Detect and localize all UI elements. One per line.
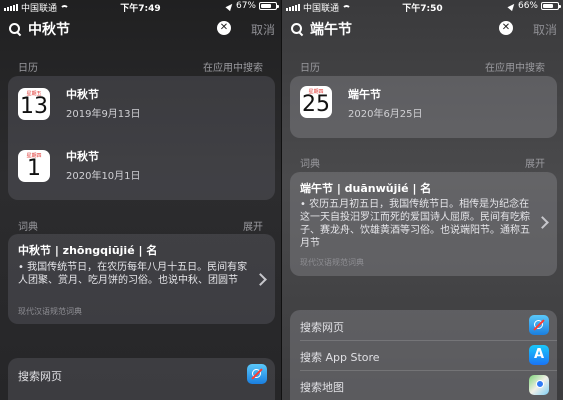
status-bar: 中国联通 下午7:49 67%	[0, 0, 281, 14]
search-in-app-link[interactable]: 在应用中搜索	[203, 59, 263, 74]
calendar-icon: 星期五 13	[18, 88, 50, 120]
suggestion-label: 搜索 App Store	[300, 351, 380, 364]
search-app-store-row[interactable]: 搜索 App Store	[300, 341, 549, 369]
dictionary-definition: • 我国传统节日，在农历每年八月十五日。民间有家人团聚、赏月、吃月饼的习俗。也说…	[18, 262, 248, 286]
location-icon	[507, 1, 517, 11]
battery-icon	[259, 2, 279, 10]
suggestion-label: 搜索网页	[300, 321, 344, 334]
clear-search-icon[interactable]: ✕	[499, 21, 513, 35]
search-maps-row[interactable]: 搜索地图	[300, 371, 549, 399]
safari-icon	[529, 315, 549, 335]
cancel-button[interactable]: 取消	[533, 21, 557, 38]
search-web-row[interactable]: 搜索网页	[300, 311, 549, 339]
dictionary-entry-title: 中秋节 | zhōngqiūjié | 名	[18, 244, 158, 257]
suggestions-card: 搜索网页	[8, 358, 275, 400]
event-date: 2019年9月13日	[66, 109, 141, 120]
calendar-icon: 星期四 1	[18, 150, 50, 182]
dictionary-header-label: 词典	[18, 222, 38, 233]
calendar-day: 13	[20, 94, 48, 119]
event-date: 2020年10月1日	[66, 171, 141, 182]
suggestions-card: 搜索网页 搜索 App Store 搜索地图	[290, 310, 557, 400]
calendar-event[interactable]: 星期四 1 中秋节 2020年10月1日	[8, 138, 275, 200]
search-icon	[8, 22, 22, 36]
cancel-button[interactable]: 取消	[251, 21, 275, 38]
suggestion-label: 搜索地图	[300, 381, 344, 394]
calendar-event[interactable]: 星期四 25 端午节 2020年6月25日	[290, 76, 557, 138]
calendar-day: 1	[27, 156, 41, 181]
battery-percent: 66%	[517, 1, 538, 11]
maps-icon	[529, 375, 549, 395]
event-title: 端午节	[348, 88, 381, 101]
search-query[interactable]: 中秋节	[28, 19, 235, 39]
dictionary-section-header: 词典 展开	[18, 218, 263, 233]
search-input[interactable]: 端午节	[290, 18, 517, 40]
chevron-right-icon	[254, 273, 267, 286]
dictionary-card[interactable]: 中秋节 | zhōngqiūjié | 名 • 我国传统节日，在农历每年八月十五…	[8, 234, 275, 324]
search-in-app-link[interactable]: 在应用中搜索	[485, 59, 545, 74]
clear-search-icon[interactable]: ✕	[217, 21, 231, 35]
suggestion-label: 搜索网页	[18, 370, 62, 383]
dictionary-section-header: 词典 展开	[300, 155, 545, 170]
calendar-icon: 星期四 25	[300, 86, 332, 118]
search-bar: 端午节 ✕ 取消	[290, 18, 557, 40]
calendar-card: 星期五 13 中秋节 2019年9月13日 星期四 1 中秋节 2020年10月…	[8, 76, 275, 200]
search-icon	[290, 22, 304, 36]
dictionary-entry-title: 端午节 | duānwǔjié | 名	[300, 182, 432, 195]
dictionary-source: 现代汉语规范词典	[18, 307, 82, 316]
expand-link[interactable]: 展开	[525, 155, 545, 170]
event-title: 中秋节	[66, 150, 99, 163]
event-date: 2020年6月25日	[348, 109, 423, 120]
calendar-section-header: 日历 在应用中搜索	[300, 59, 545, 74]
search-query[interactable]: 端午节	[310, 19, 517, 39]
calendar-card: 星期四 25 端午节 2020年6月25日	[290, 76, 557, 138]
battery-icon	[541, 2, 561, 10]
calendar-day: 25	[302, 92, 330, 117]
dictionary-card[interactable]: 端午节 | duānwǔjié | 名 • 农历五月初五日，我国传统节日。相传是…	[290, 172, 557, 276]
right-phone-screen: 中国联通 下午7:50 66% 端午节 ✕ 取消 日历 在应用中搜索 星期四 2…	[282, 0, 563, 400]
safari-icon	[247, 364, 267, 384]
dictionary-header-label: 词典	[300, 159, 320, 170]
calendar-header-label: 日历	[300, 63, 320, 74]
location-icon	[225, 1, 235, 11]
calendar-event[interactable]: 星期五 13 中秋节 2019年9月13日	[8, 76, 275, 138]
status-bar: 中国联通 下午7:50 66%	[282, 0, 563, 14]
chevron-right-icon	[536, 216, 549, 229]
event-title: 中秋节	[66, 88, 99, 101]
dictionary-source: 现代汉语规范词典	[300, 258, 364, 267]
calendar-section-header: 日历 在应用中搜索	[18, 59, 263, 74]
left-phone-screen: 中国联通 下午7:49 67% 中秋节 ✕ 取消 日历 在应用中搜索 星期五 1…	[0, 0, 281, 400]
search-bar: 中秋节 ✕ 取消	[8, 18, 275, 40]
search-input[interactable]: 中秋节	[8, 18, 235, 40]
dictionary-definition: • 农历五月初五日，我国传统节日。相传是为纪念在这一天自投汨罗江而死的爱国诗人屈…	[300, 199, 530, 249]
expand-link[interactable]: 展开	[243, 218, 263, 233]
battery-percent: 67%	[235, 1, 256, 11]
search-web-row[interactable]: 搜索网页	[18, 360, 267, 388]
calendar-header-label: 日历	[18, 63, 38, 74]
app-store-icon	[529, 345, 549, 365]
